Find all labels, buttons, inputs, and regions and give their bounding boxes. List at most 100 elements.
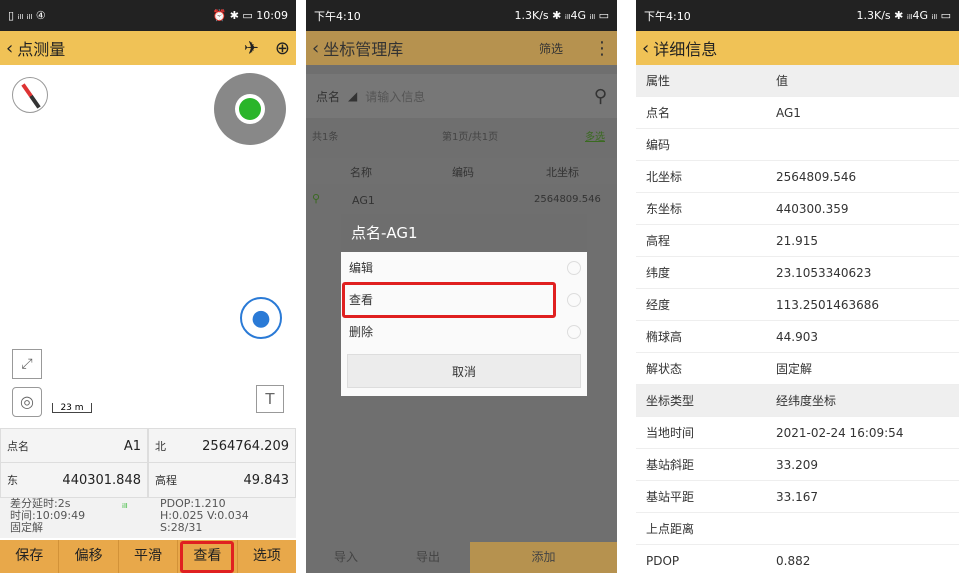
attr-value: AG1 [776,105,801,120]
more-icon[interactable]: ⋮ [593,38,611,59]
highlight-box [342,282,556,318]
attr-value: 440300.359 [776,201,849,216]
search-field-label[interactable]: 点名 [316,88,340,105]
attr-name: 椭球高 [646,330,683,344]
satellite-icon[interactable]: ✈ [244,38,259,59]
attr-value: 0.882 [776,553,811,568]
attr-value: 值 [776,74,789,88]
table-row: 上点距离 [636,513,959,545]
back-icon[interactable]: ‹ [312,38,319,59]
offset-button[interactable]: 偏移 [59,540,119,573]
attr-name: 经度 [646,298,671,312]
table-row: 解状态 固定解 [636,353,959,385]
filter-button[interactable]: 筛选 [539,40,563,57]
table-row: PDOP 0.882 [636,545,959,573]
map-view[interactable]: ● ⤢ ◎ 23 m T [0,65,296,428]
smooth-button[interactable]: 平滑 [119,540,179,573]
options-button[interactable]: 选项 [238,540,296,573]
crosshair-icon[interactable]: ⊕ [275,38,290,59]
attr-value: 33.167 [776,489,818,504]
multi-select-link[interactable]: 多选 [585,128,605,143]
status-bar: ▯ ᵢₗₗ ᵢₗₗ ④ ⏰ ✱ ▭ 10:09 [0,0,296,31]
attr-value: 113.2501463686 [776,297,880,312]
search-icon[interactable]: ⚲ [594,86,607,107]
attr-name: 东坐标 [646,202,683,216]
export-button[interactable]: 导出 [386,542,470,573]
search-row: 点名 ◢ 请输入信息 ⚲ [306,74,617,118]
attr-name: 当地时间 [646,426,695,440]
cancel-button[interactable]: 取消 [347,354,581,388]
table-row: 纬度 23.1053340623 [636,257,959,289]
table-row: 当地时间 2021-02-24 16:09:54 [636,417,959,449]
back-icon[interactable]: ‹ [6,38,13,59]
page-title: 点测量 [17,40,66,59]
back-icon[interactable]: ‹ [642,38,649,59]
attr-value: 23.1053340623 [776,265,872,280]
attr-value: 44.903 [776,329,818,344]
phone-detail-info: 下午4:10 1.3K/s ✱ ᵢₗₗ4G ᵢₗₗ ▭ ‹ 详细信息 属性 值点名 A… [636,0,959,573]
bottom-toolbar: 保存 偏移 平滑 查看 选项 [0,540,296,573]
title-bar: ‹ 详细信息 [636,31,959,65]
edit-option[interactable]: 编辑 [341,252,587,284]
status-bar: 下午4:10 1.3K/s ✱ ᵢₗₗ4G ᵢₗₗ ▭ [306,0,617,31]
attr-name: 解状态 [646,362,683,376]
attr-value: 21.915 [776,233,818,248]
highlight-box [180,541,234,573]
target-icon[interactable]: ◎ [12,387,42,417]
delete-option[interactable]: 删除 [341,316,587,348]
phone-coordinate-library: 下午4:10 1.3K/s ✱ ᵢₗₗ4G ᵢₗₗ ▭ ‹ 坐标管理库 筛选 ⋮ … [306,0,617,573]
table-row: 编码 [636,129,959,161]
table-row: 基站斜距 33.209 [636,449,959,481]
dropdown-icon[interactable]: ◢ [348,89,357,103]
elevation-cell[interactable]: 高程 49.843 [148,462,296,498]
table-row: 椭球高 44.903 [636,321,959,353]
attr-name: PDOP [646,553,680,568]
attr-value: 2021-02-24 16:09:54 [776,425,904,440]
table-row: 坐标类型 经纬度坐标 [636,385,959,417]
bottom-toolbar: 导入 导出 添加 [306,542,617,573]
north-cell[interactable]: 北 2564764.209 [148,428,296,464]
attr-value: 经纬度坐标 [776,394,837,408]
add-button[interactable]: 添加 [470,542,617,573]
table-row: 东坐标 440300.359 [636,193,959,225]
attr-name: 点名 [646,106,671,120]
status-info: 差分延时:2s 时间:10:09:49 固定解 PDOP:1.210 H:0.025 … [10,497,249,534]
attr-name: 坐标类型 [646,394,695,408]
table-header: 名称 编码 北坐标 [306,158,617,184]
dialog-title: 点名-AG1 [341,214,587,252]
page-title: 坐标管理库 [323,40,404,59]
table-row: 经度 113.2501463686 [636,289,959,321]
table-row: 基站平距 33.167 [636,481,959,513]
status-right: ⏰ ✱ ▭ 10:09 [212,9,289,22]
save-button[interactable]: 保存 [0,540,60,573]
status-bar: 下午4:10 1.3K/s ✱ ᵢₗₗ4G ᵢₗₗ ▭ [636,0,959,31]
point-icon: ⚲ [312,192,321,205]
table-row[interactable]: ⚲ AG1 2564809.546 [306,186,617,214]
signal-icon: ▯ ᵢₗₗ ᵢₗₗ ④ [8,9,46,22]
scale-bar: 23 m [52,403,92,413]
attr-name: 北坐标 [646,170,683,184]
import-button[interactable]: 导入 [306,542,386,573]
location-pin-button[interactable]: ● [240,297,282,339]
east-cell[interactable]: 东 440301.848 [0,462,148,498]
attr-name: 纬度 [646,266,671,280]
text-tool-button[interactable]: T [256,385,284,413]
signal-bars-icon: ᵢₗₗ [122,498,128,511]
attr-value: 固定解 [776,362,813,376]
expand-icon[interactable]: ⤢ [12,349,42,379]
table-row: 点名 AG1 [636,97,959,129]
table-header: 属性 值 [636,65,959,97]
table-row: 北坐标 2564809.546 [636,161,959,193]
search-input[interactable]: 请输入信息 [365,88,425,105]
table-row: 高程 21.915 [636,225,959,257]
phone-point-survey: ▯ ᵢₗₗ ᵢₗₗ ④ ⏰ ✱ ▭ 10:09 ‹ 点测量 ✈ ⊕ ● ⤢ ◎ 2… [0,0,296,573]
attr-value: 2564809.546 [776,169,857,184]
title-bar: ‹ 点测量 ✈ ⊕ [0,31,296,65]
attr-name: 属性 [646,74,671,88]
attr-name: 编码 [646,138,671,152]
attr-name: 上点距离 [646,522,695,536]
compass-icon[interactable] [12,77,48,113]
point-name-cell[interactable]: 点名 A1 [0,428,148,464]
title-bar: ‹ 坐标管理库 筛选 ⋮ [306,31,617,65]
detail-table: 属性 值点名 AG1 编码北坐标 2564809.546 东坐标 440300.359 高程 2… [636,65,959,573]
